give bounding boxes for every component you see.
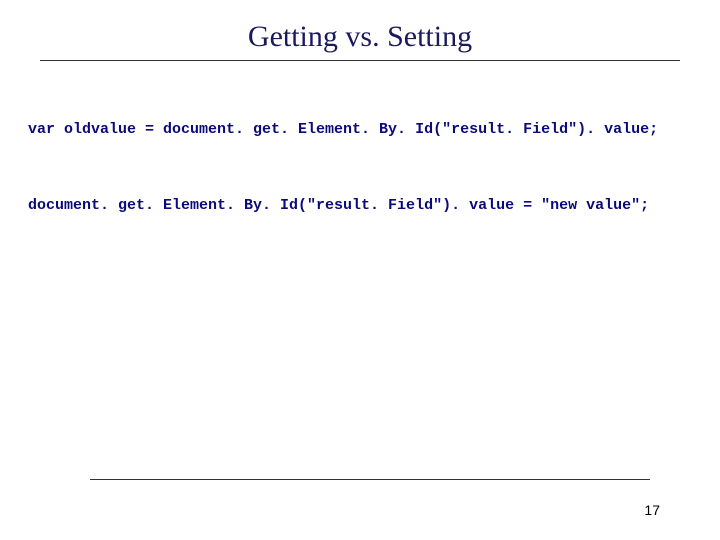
slide-title: Getting vs. Setting (0, 0, 720, 60)
footer-rule (90, 479, 650, 480)
code-line-2: document. get. Element. By. Id("result. … (28, 197, 692, 215)
page-number: 17 (644, 502, 660, 518)
code-block: var oldvalue = document. get. Element. B… (0, 61, 720, 273)
slide: Getting vs. Setting var oldvalue = docum… (0, 0, 720, 540)
code-line-1: var oldvalue = document. get. Element. B… (28, 121, 692, 139)
